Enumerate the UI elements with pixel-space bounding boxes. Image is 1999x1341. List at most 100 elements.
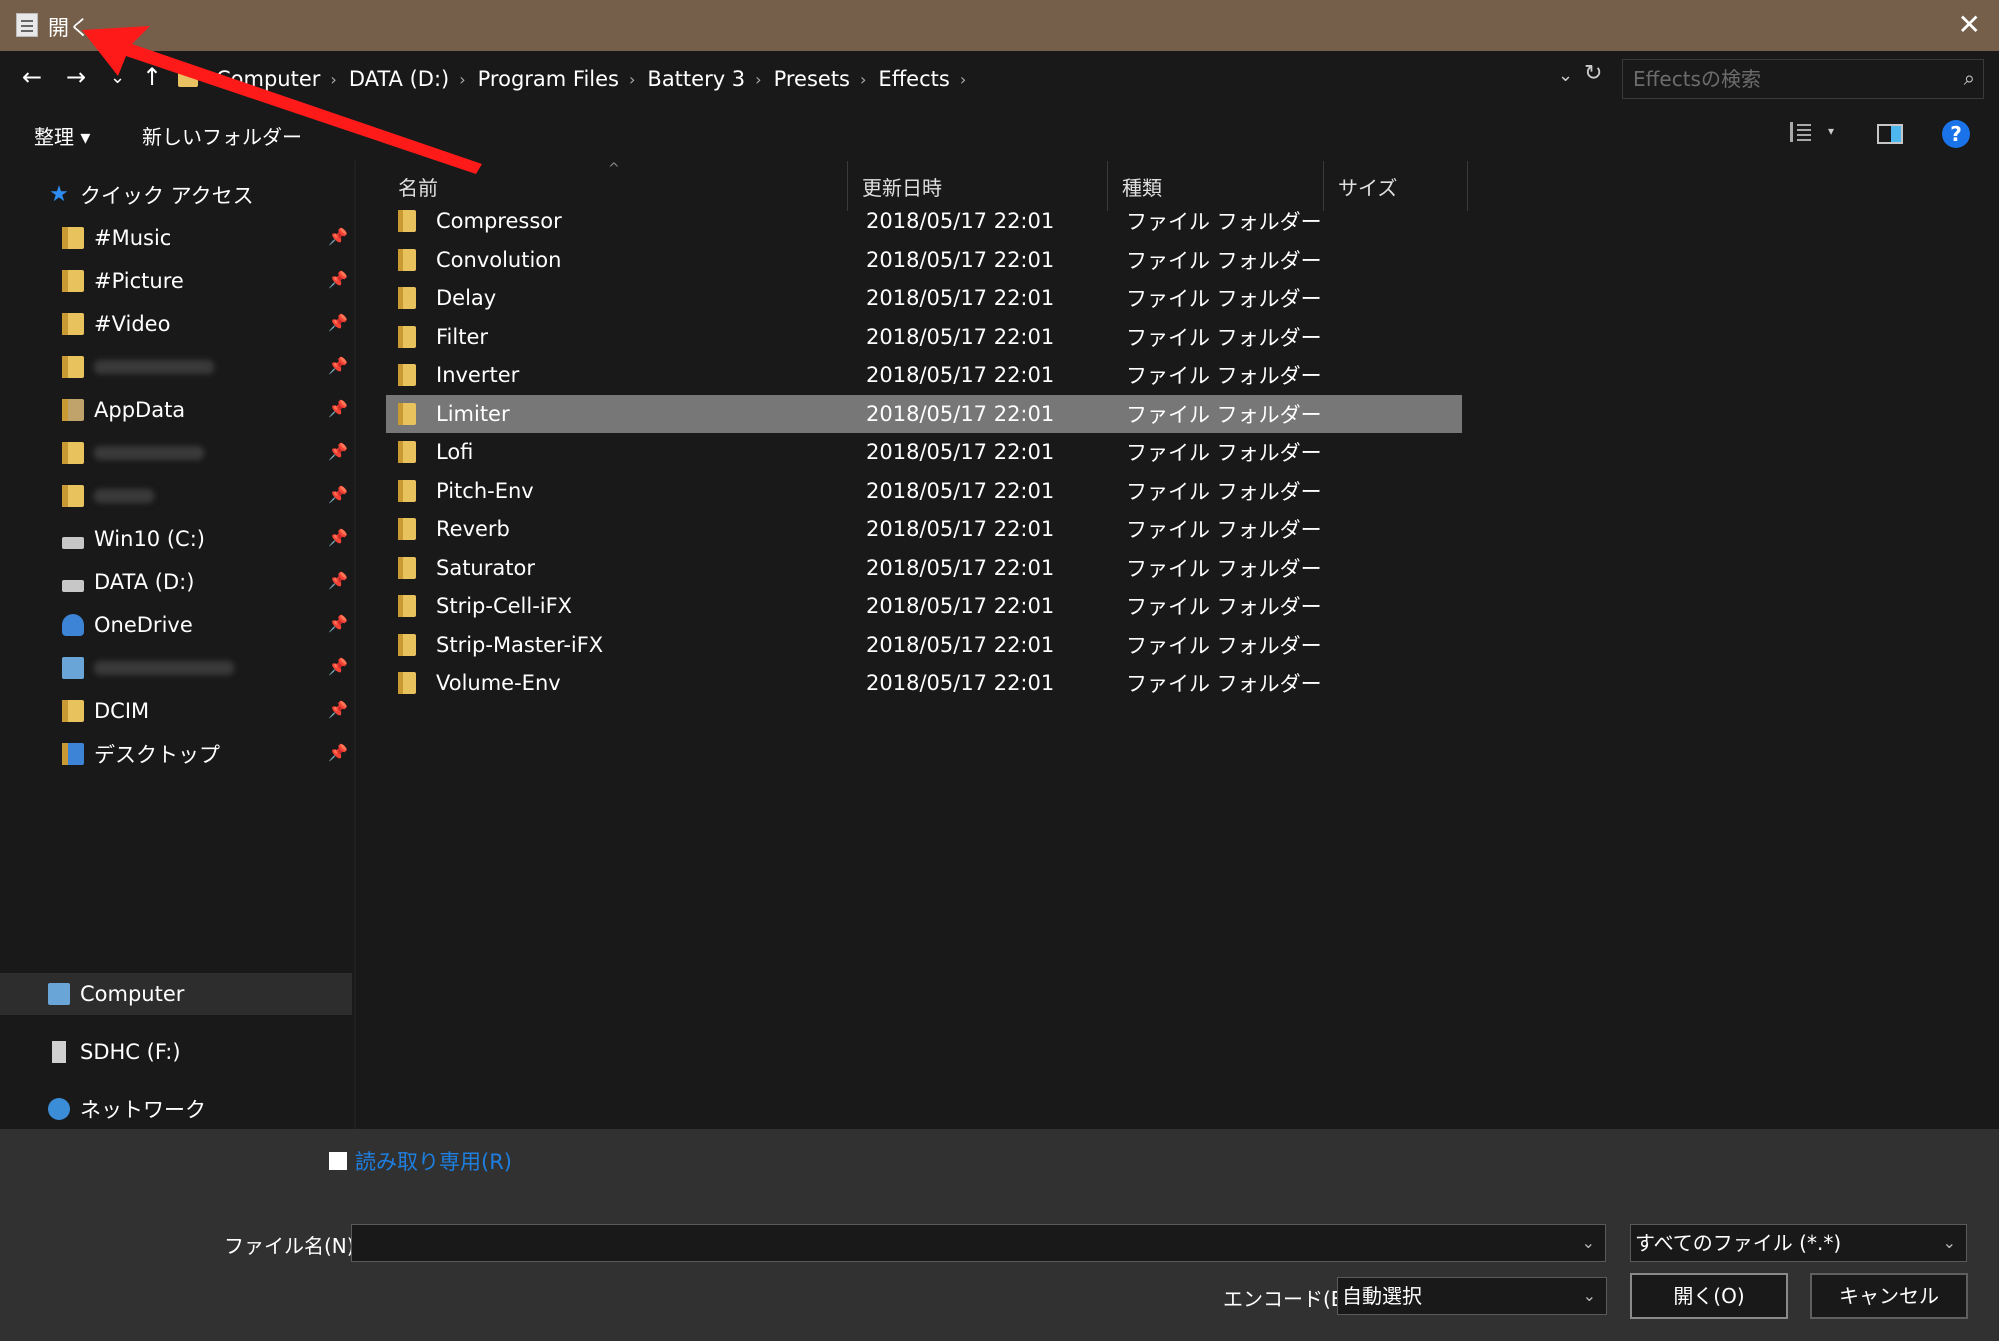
- sidebar-item-redacted[interactable]: [62, 476, 154, 516]
- file-name[interactable]: Strip-Master-iFX: [436, 633, 866, 657]
- chevron-right-icon[interactable]: ›: [755, 70, 761, 89]
- file-name[interactable]: Volume-Env: [436, 671, 866, 695]
- table-row[interactable]: Lofi 2018/05/17 22:01 ファイル フォルダー: [386, 433, 1462, 471]
- file-name[interactable]: Strip-Cell-iFX: [436, 594, 866, 618]
- file-name[interactable]: Limiter: [436, 402, 866, 426]
- close-icon[interactable]: ✕: [1958, 8, 1981, 41]
- pin-icon[interactable]: 📌: [328, 528, 348, 547]
- sidebar-item-network[interactable]: ネットワーク: [48, 1089, 206, 1129]
- refresh-icon[interactable]: ↻: [1584, 61, 1602, 86]
- file-name[interactable]: Reverb: [436, 517, 866, 541]
- table-row[interactable]: Limiter 2018/05/17 22:01 ファイル フォルダー: [386, 394, 1462, 433]
- new-folder-button[interactable]: 新しいフォルダー: [142, 121, 302, 150]
- breadcrumb[interactable]: Computer › DATA (D:) › Program Files › B…: [178, 59, 1618, 99]
- file-name[interactable]: Saturator: [436, 556, 866, 580]
- cancel-button[interactable]: キャンセル: [1810, 1273, 1968, 1319]
- file-type-select[interactable]: すべてのファイル (*.*) ⌄: [1630, 1224, 1967, 1262]
- sidebar-item-dcim[interactable]: DCIM: [62, 691, 149, 731]
- table-row[interactable]: Strip-Master-iFX 2018/05/17 22:01 ファイル フォル…: [386, 626, 1462, 664]
- pin-icon[interactable]: 📌: [328, 571, 348, 590]
- chevron-down-icon[interactable]: ⌄: [1943, 1225, 1956, 1261]
- table-row[interactable]: Compressor 2018/05/17 22:01 ファイル フォルダー: [386, 202, 1462, 240]
- table-row[interactable]: Volume-Env 2018/05/17 22:01 ファイル フォルダー: [386, 664, 1462, 702]
- crumb-battery-3[interactable]: Battery 3: [647, 67, 745, 91]
- crumb-data-d[interactable]: DATA (D:): [349, 67, 449, 91]
- chevron-right-icon[interactable]: ›: [330, 70, 336, 89]
- readonly-checkbox-group[interactable]: 読み取り専用(R): [329, 1146, 512, 1176]
- view-chevron-down-icon[interactable]: ▾: [1828, 124, 1834, 138]
- sidebar-item-redacted[interactable]: [62, 433, 204, 473]
- back-arrow-icon[interactable]: ←: [22, 63, 42, 91]
- readonly-label[interactable]: 読み取り専用(R): [355, 1146, 512, 1176]
- sidebar-item-desktop[interactable]: デスクトップ: [62, 734, 220, 774]
- pin-icon[interactable]: 📌: [328, 743, 348, 762]
- sidebar-item-video[interactable]: #Video: [62, 304, 170, 344]
- pin-icon[interactable]: 📌: [328, 399, 348, 418]
- sidebar-item-redacted[interactable]: [62, 347, 214, 387]
- sidebar-item-picture[interactable]: #Picture: [62, 261, 184, 301]
- preview-pane-icon[interactable]: [1877, 124, 1903, 144]
- pin-icon[interactable]: 📌: [328, 485, 348, 504]
- sidebar-item-appdata[interactable]: AppData: [62, 390, 185, 430]
- pin-icon[interactable]: 📌: [328, 442, 348, 461]
- sidebar-item-label: Computer: [80, 982, 185, 1006]
- open-button[interactable]: 開く(O): [1630, 1273, 1788, 1319]
- star-icon: ★: [49, 182, 69, 207]
- file-name[interactable]: Pitch-Env: [436, 479, 866, 503]
- table-row[interactable]: Filter 2018/05/17 22:01 ファイル フォルダー: [386, 318, 1462, 356]
- pin-icon[interactable]: 📌: [328, 313, 348, 332]
- organize-button[interactable]: 整理 ▾: [34, 121, 90, 150]
- sidebar-item-quick-access[interactable]: ★ クイック アクセス: [48, 175, 254, 215]
- pin-icon[interactable]: 📌: [328, 700, 348, 719]
- pin-icon[interactable]: 📌: [328, 356, 348, 375]
- sidebar-item-music[interactable]: #Music: [62, 218, 171, 258]
- crumb-presets[interactable]: Presets: [774, 67, 850, 91]
- recent-chevron-down-icon[interactable]: ⌄: [110, 67, 125, 88]
- pin-icon[interactable]: 📌: [328, 614, 348, 633]
- pin-icon[interactable]: 📌: [328, 270, 348, 289]
- encoding-select[interactable]: 自動選択 ⌄: [1337, 1277, 1607, 1315]
- chevron-right-icon[interactable]: ›: [860, 70, 866, 89]
- pin-icon[interactable]: 📌: [328, 657, 348, 676]
- sidebar-item-computer[interactable]: Computer: [48, 974, 184, 1014]
- file-name[interactable]: Compressor: [436, 209, 866, 233]
- table-row[interactable]: Pitch-Env 2018/05/17 22:01 ファイル フォルダー: [386, 472, 1462, 510]
- chevron-down-icon[interactable]: ⌄: [1582, 1233, 1595, 1252]
- help-icon[interactable]: ?: [1942, 120, 1970, 148]
- table-row[interactable]: Saturator 2018/05/17 22:01 ファイル フォルダー: [386, 549, 1462, 587]
- table-row[interactable]: Strip-Cell-iFX 2018/05/17 22:01 ファイル フォルダー: [386, 587, 1462, 625]
- crumb-computer[interactable]: Computer: [216, 67, 320, 91]
- file-name[interactable]: Inverter: [436, 363, 866, 387]
- address-chevron-down-icon[interactable]: ⌄: [1558, 65, 1573, 86]
- sidebar-item-sdhc[interactable]: SDHC (F:): [48, 1032, 181, 1072]
- sidebar-item-win10-c[interactable]: Win10 (C:): [62, 519, 205, 559]
- chevron-right-icon[interactable]: ›: [459, 70, 465, 89]
- chevron-down-icon[interactable]: ⌄: [1583, 1278, 1596, 1314]
- table-row[interactable]: Convolution 2018/05/17 22:01 ファイル フォルダー: [386, 241, 1462, 279]
- pin-icon[interactable]: 📌: [328, 227, 348, 246]
- file-name[interactable]: Convolution: [436, 248, 866, 272]
- search-input[interactable]: [1623, 60, 1983, 98]
- filename-field[interactable]: ⌄: [351, 1224, 1606, 1262]
- readonly-checkbox[interactable]: [329, 1152, 347, 1170]
- forward-arrow-icon[interactable]: →: [66, 63, 86, 91]
- table-row[interactable]: Inverter 2018/05/17 22:01 ファイル フォルダー: [386, 356, 1462, 394]
- chevron-right-icon[interactable]: ›: [960, 70, 966, 89]
- sidebar-item-onedrive[interactable]: OneDrive: [62, 605, 193, 645]
- file-name[interactable]: Lofi: [436, 440, 866, 464]
- sidebar-item-data-d[interactable]: DATA (D:): [62, 562, 194, 602]
- title-bar: 開く ✕: [0, 0, 1999, 51]
- view-options-icon[interactable]: [1790, 122, 1812, 142]
- folder-icon: [398, 518, 416, 540]
- file-name[interactable]: Delay: [436, 286, 866, 310]
- crumb-effects[interactable]: Effects: [878, 67, 949, 91]
- search-box[interactable]: ⌕: [1622, 59, 1984, 99]
- file-name[interactable]: Filter: [436, 325, 866, 349]
- sidebar-item-redacted[interactable]: [62, 648, 234, 688]
- table-row[interactable]: Delay 2018/05/17 22:01 ファイル フォルダー: [386, 279, 1462, 317]
- search-icon[interactable]: ⌕: [1964, 66, 1975, 90]
- chevron-right-icon[interactable]: ›: [629, 70, 635, 89]
- up-arrow-icon[interactable]: ↑: [142, 63, 162, 91]
- crumb-program-files[interactable]: Program Files: [478, 67, 619, 91]
- table-row[interactable]: Reverb 2018/05/17 22:01 ファイル フォルダー: [386, 510, 1462, 548]
